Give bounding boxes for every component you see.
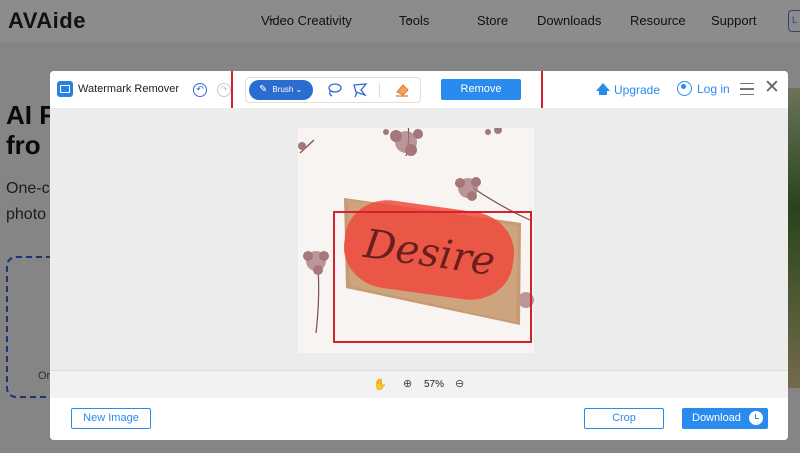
annotation-highlight-watermark xyxy=(333,211,532,343)
close-icon[interactable]: ✕ xyxy=(764,78,780,97)
zoom-bar: ✋ ⊕ 57% ⊖ xyxy=(50,370,788,398)
modal-title: Watermark Remover xyxy=(78,83,180,95)
user-icon xyxy=(677,81,692,97)
redo-icon[interactable]: ↷ xyxy=(217,83,231,97)
editing-canvas[interactable]: Desire xyxy=(50,108,788,370)
menu-icon[interactable] xyxy=(740,83,754,95)
modal-header: Watermark Remover ↶ ↷ ✎ Brush ⌄ Remove Up… xyxy=(50,71,788,113)
new-image-button[interactable]: New Image xyxy=(71,408,151,429)
modal-footer: New Image Crop Download xyxy=(50,398,788,440)
zoom-in-icon[interactable]: ⊕ xyxy=(403,377,412,390)
hand-icon[interactable]: ✋ xyxy=(373,378,387,391)
download-button[interactable]: Download xyxy=(682,408,768,429)
upgrade-link[interactable]: Upgrade xyxy=(596,83,660,97)
annotation-highlight-toolbar xyxy=(231,71,543,113)
undo-icon[interactable]: ↶ xyxy=(193,83,207,97)
clock-icon xyxy=(749,411,763,425)
zoom-level: 57% xyxy=(424,379,445,390)
login-link[interactable]: Log in xyxy=(677,81,730,97)
zoom-out-icon[interactable]: ⊖ xyxy=(455,377,464,390)
upgrade-icon xyxy=(596,83,610,95)
app-icon xyxy=(57,81,73,97)
watermark-remover-modal: Watermark Remover ↶ ↷ ✎ Brush ⌄ Remove Up… xyxy=(50,71,788,440)
crop-button[interactable]: Crop xyxy=(584,408,664,429)
